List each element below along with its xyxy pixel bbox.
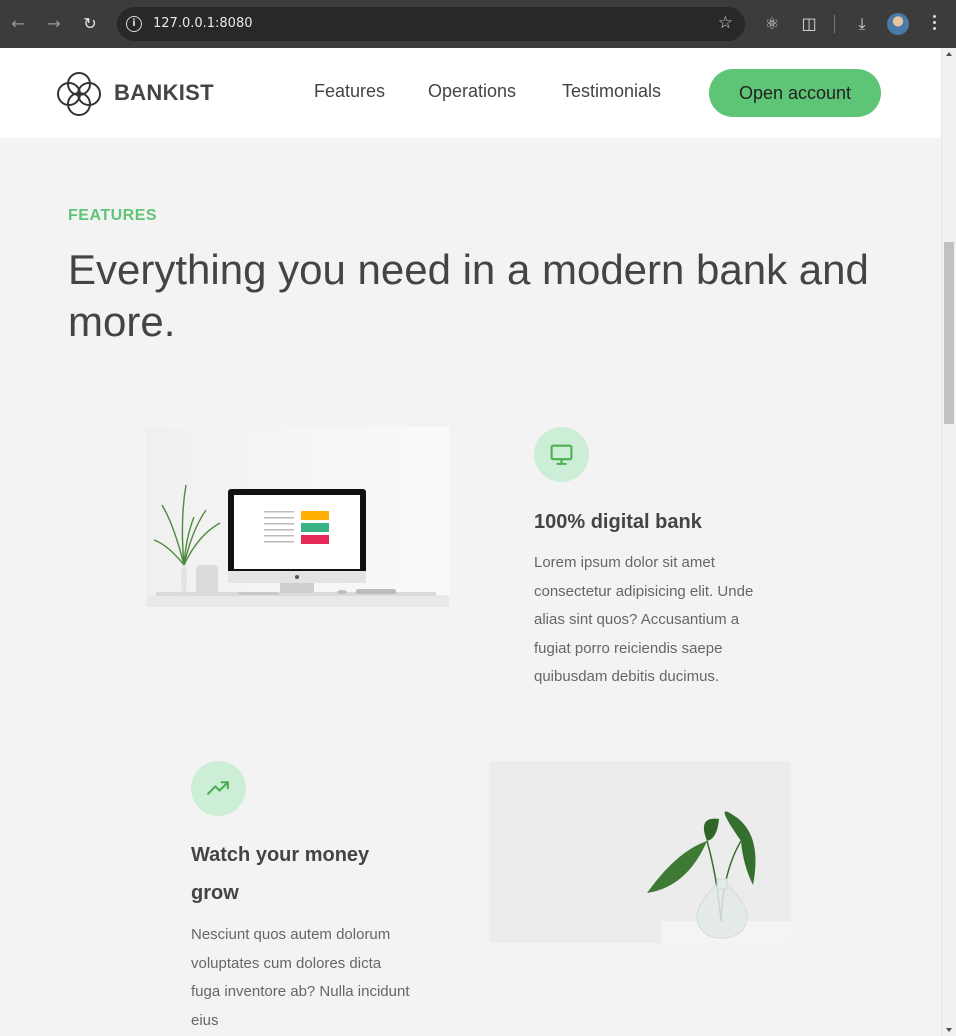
nav-link-operations[interactable]: Operations	[428, 81, 516, 102]
toolbar-divider	[834, 15, 835, 33]
browser-toolbar: ← → ↻ i 127.0.0.1:8080 ☆ ⚛ ◫ ⤓	[0, 0, 956, 48]
section-label: FEATURES	[68, 207, 158, 224]
nav-link-testimonials[interactable]: Testimonials	[562, 81, 661, 102]
site-info-icon[interactable]: i	[126, 16, 142, 32]
extensions-icon[interactable]: ◫	[797, 12, 821, 36]
site-header: BANKIST Features Operations Testimonials…	[0, 48, 941, 138]
feature-icon-circle	[534, 427, 589, 482]
reload-icon[interactable]: ↻	[78, 12, 102, 36]
url-text[interactable]: 127.0.0.1:8080	[153, 7, 253, 41]
feature-text: Nesciunt quos autem dolorum voluptates c…	[191, 926, 410, 1029]
scrollbar-thumb[interactable]	[944, 242, 954, 424]
forward-icon[interactable]: →	[42, 12, 66, 36]
bookmark-star-icon[interactable]: ☆	[718, 13, 733, 33]
open-account-button[interactable]: Open account	[709, 69, 881, 117]
download-icon[interactable]: ⤓	[850, 12, 874, 36]
react-devtools-icon[interactable]: ⚛	[760, 12, 784, 36]
feature-title: Watch your money grow	[191, 844, 370, 904]
bankist-logo-icon[interactable]	[56, 71, 102, 117]
scroll-up-arrow-icon[interactable]	[946, 52, 952, 56]
scroll-down-arrow-icon[interactable]	[946, 1028, 952, 1032]
section-headline: Everything you need in a modern bank and…	[68, 246, 869, 345]
browser-menu-icon[interactable]	[926, 12, 942, 36]
profile-avatar[interactable]	[887, 13, 909, 35]
feature-title: 100% digital bank	[534, 511, 702, 533]
address-bar[interactable]: i 127.0.0.1:8080 ☆	[117, 7, 745, 41]
trending-up-icon	[207, 781, 229, 795]
back-icon[interactable]: ←	[6, 12, 30, 36]
feature-icon-circle	[191, 761, 246, 816]
digital-bank-image	[146, 427, 449, 607]
page-scrollbar[interactable]	[941, 48, 956, 1036]
monitor-icon	[550, 444, 573, 465]
page-viewport: BANKIST Features Operations Testimonials…	[0, 48, 941, 1036]
nav-link-features[interactable]: Features	[314, 81, 385, 102]
money-grow-image	[489, 761, 791, 943]
brand-name[interactable]: BANKIST	[114, 80, 214, 106]
feature-text: Lorem ipsum dolor sit amet consectetur a…	[534, 554, 754, 686]
